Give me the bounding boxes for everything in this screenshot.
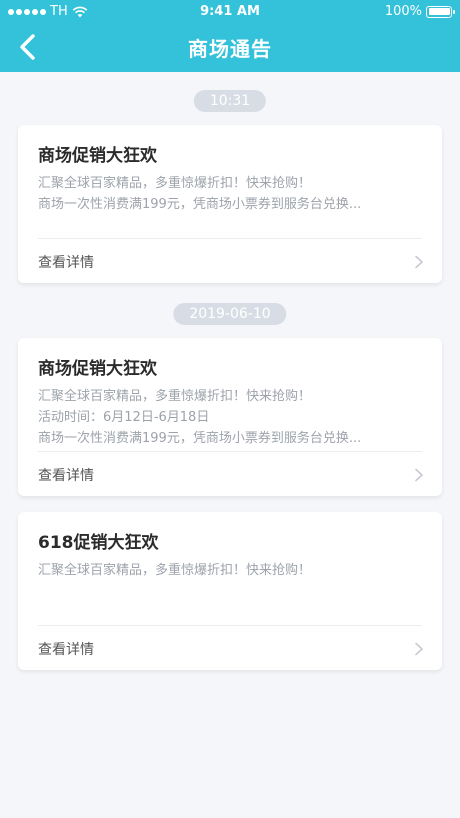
card-divider [38,451,422,452]
chevron-right-icon [415,255,423,269]
notice-body: 汇聚全球百家精品，多重惊爆折扣！快来抢购！ 活动时间：6月12日-6月18日 商… [38,386,422,449]
page-title: 商场通告 [188,37,272,61]
notice-line: 汇聚全球百家精品，多重惊爆折扣！快来抢购！ [38,389,312,404]
notice-body: 汇聚全球百家精品，多重惊爆折扣！快来抢购！ 商场一次性消费满199元，凭商场小票… [38,173,422,215]
view-details-label: 查看详情 [38,255,94,271]
chevron-right-icon [415,468,423,482]
battery-percent: 100% [384,4,422,19]
chevron-right-icon [415,642,423,656]
notice-line: 活动时间：6月12日-6月18日 [38,410,210,425]
nav-bar: 商场通告 [0,24,460,68]
notice-title: 商场促销大狂欢 [38,146,157,166]
battery-icon [426,5,455,18]
notice-card[interactable]: 618促销大狂欢 汇聚全球百家精品，多重惊爆折扣！快来抢购！ 查看详情 [18,512,442,670]
card-divider [38,625,422,626]
card-divider [38,238,422,239]
time-separator: 2019-06-10 [173,303,287,325]
view-details-label: 查看详情 [38,642,94,658]
notice-card[interactable]: 商场促销大狂欢 汇聚全球百家精品，多重惊爆折扣！快来抢购！ 商场一次性消费满19… [18,125,442,283]
view-details-row[interactable]: 查看详情 [38,247,426,277]
notice-title: 商场促销大狂欢 [38,359,157,379]
notice-line: 商场一次性消费满199元，凭商场小票券到服务台兑换... [38,431,362,446]
notice-body: 汇聚全球百家精品，多重惊爆折扣！快来抢购！ [38,560,422,581]
view-details-row[interactable]: 查看详情 [38,460,426,490]
view-details-label: 查看详情 [38,468,94,484]
notice-card[interactable]: 商场促销大狂欢 汇聚全球百家精品，多重惊爆折扣！快来抢购！ 活动时间：6月12日… [18,338,442,496]
notice-line: 汇聚全球百家精品，多重惊爆折扣！快来抢购！ [38,176,312,191]
view-details-row[interactable]: 查看详情 [38,634,426,664]
top-header: TH 9:41 AM 100% 商场通告 [0,0,460,72]
status-right: 100% [384,4,455,19]
notice-line: 汇聚全球百家精品，多重惊爆折扣！快来抢购！ [38,563,312,578]
notice-line: 商场一次性消费满199元，凭商场小票券到服务台兑换... [38,197,362,212]
status-bar: TH 9:41 AM 100% [0,0,460,24]
notice-title: 618促销大狂欢 [38,533,159,553]
time-separator: 10:31 [193,90,267,112]
